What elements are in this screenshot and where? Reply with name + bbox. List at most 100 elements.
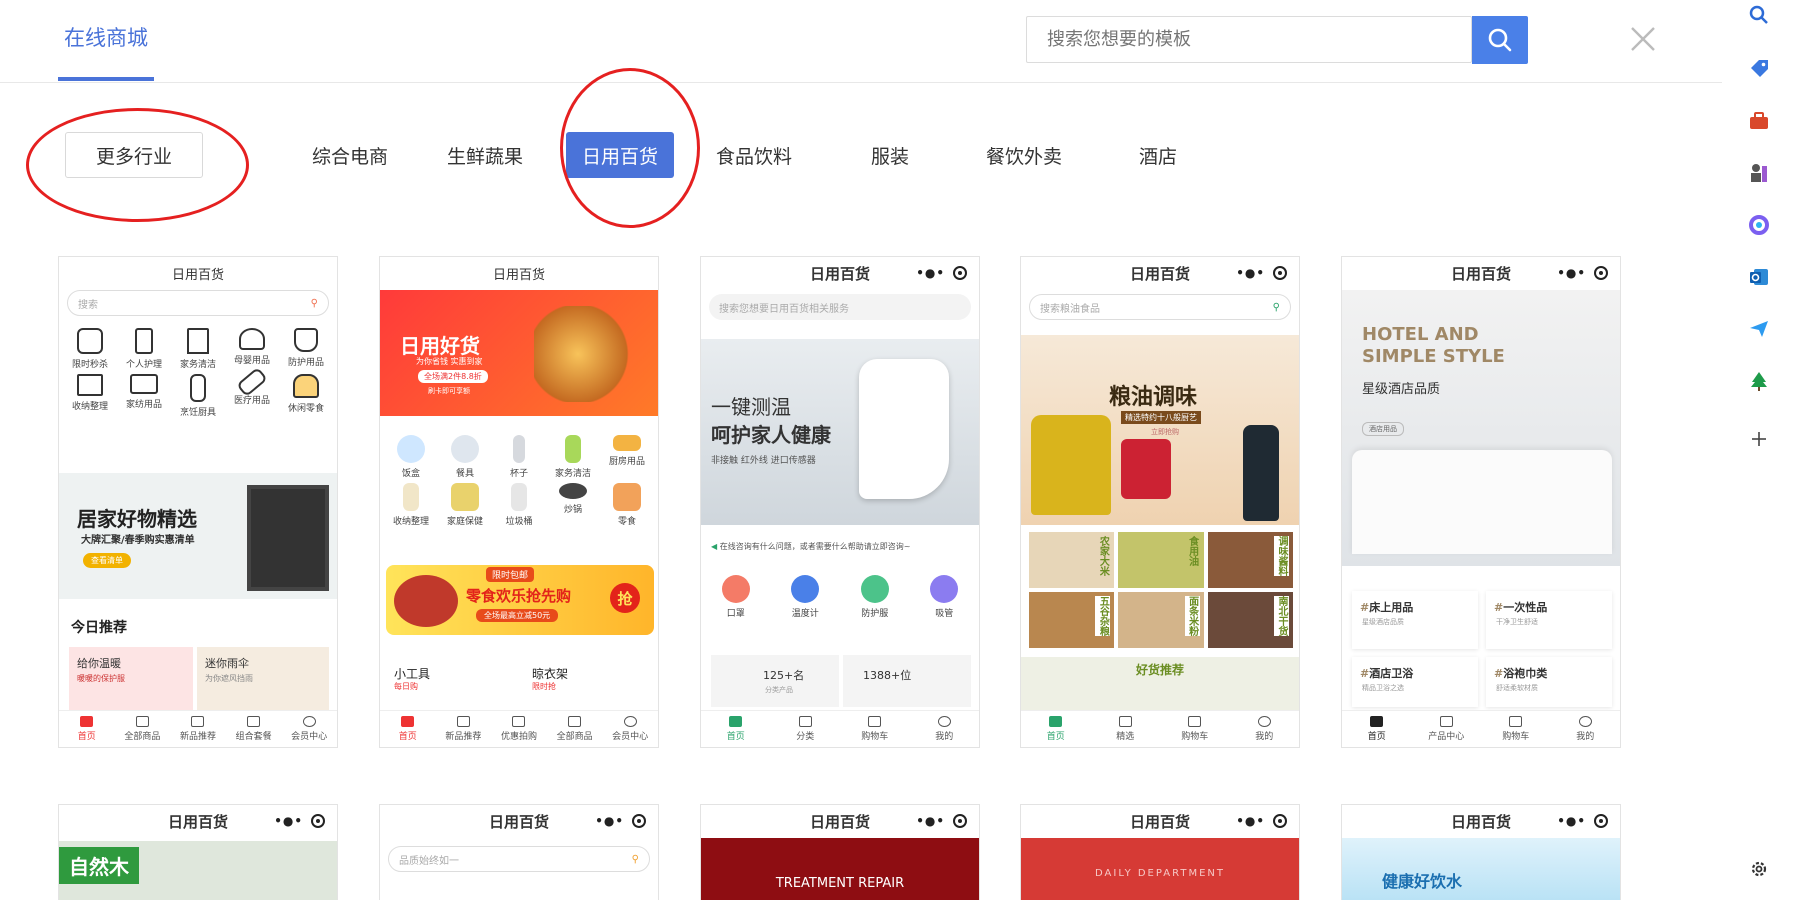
bed-image (1352, 450, 1612, 554)
straw-icon (930, 575, 959, 603)
utensils-icon (190, 374, 206, 402)
home-icon (1049, 716, 1063, 727)
card-banner: 一键测温 呵护家人健康 非接触 红外线 进口传感器 (701, 339, 979, 525)
speaker-icon: ◀ (711, 542, 720, 551)
record-icon (1273, 266, 1287, 280)
grid-icon (247, 716, 261, 727)
bed-icon (130, 374, 158, 394)
toolbox-icon[interactable] (1748, 110, 1770, 132)
more-icon: •●• (1236, 814, 1265, 828)
card-bottom-nav: 首页 全部商品 新品推荐 组合套餐 会员中心 (59, 710, 337, 747)
soy-bottle-image (1243, 425, 1279, 521)
template-card[interactable]: 日用百货 •●• 搜索您想要日用百货相关服务 一键测温 呵护家人健康 非接触 红外… (700, 256, 980, 748)
record-icon (632, 814, 646, 828)
card-banner: 日用好货 为你省钱 实惠到家 全场满2件8.8折 刷卡即可享额 (380, 290, 658, 416)
more-icon: •●• (1236, 266, 1265, 280)
grid-icon (191, 716, 205, 727)
stat-tile: 125+名 分类产品 (711, 655, 839, 707)
card-bottom-nav: 首页 新品推荐 优惠拍购 全部商品 会员中心 (380, 710, 658, 747)
top-bar: 在线商城 (0, 0, 1722, 83)
capsule-menu: •●• (1236, 266, 1287, 280)
card-banner: 健康好饮水 (1342, 838, 1620, 900)
product-tile: 农家大米 (1029, 532, 1115, 588)
search-input[interactable] (1027, 17, 1471, 62)
storage-icon (403, 483, 419, 511)
tag-icon[interactable] (1748, 58, 1770, 80)
card-title: 日用百货 (809, 265, 870, 283)
search-icon: ⚲ (310, 297, 318, 309)
card-title: 日用百货 (167, 813, 228, 831)
card-title: 日用百货 (488, 813, 549, 831)
send-icon[interactable] (1748, 318, 1770, 340)
category-fresh-produce[interactable]: 生鲜蔬果 (435, 132, 535, 178)
close-button[interactable] (1628, 24, 1658, 54)
grid-icon (456, 716, 470, 727)
template-card[interactable]: 日用百货 搜索 ⚲ 限时秒杀 个人护理 家务清洁 母婴用品 防护用品 收纳整理 家… (58, 256, 338, 748)
wok-icon (559, 483, 587, 499)
card-search-bar: 搜索 ⚲ (67, 290, 329, 316)
add-icon[interactable] (1748, 428, 1770, 450)
record-icon (1594, 266, 1608, 280)
stroller-icon (239, 328, 265, 350)
search-icon (1488, 28, 1512, 52)
outlook-icon[interactable] (1748, 266, 1770, 288)
category-ecommerce[interactable]: 综合电商 (300, 132, 400, 178)
card-title: 日用百货 (492, 268, 545, 283)
product-tile: 面条米粉 (1118, 592, 1204, 648)
template-card[interactable]: 日用百货 •●• 品质始终如一 ⚲ (379, 804, 659, 900)
category-hotel[interactable]: 酒店 (1108, 132, 1208, 178)
category-catering[interactable]: 餐饮外卖 (974, 132, 1074, 178)
grid-item: 医疗用品 (225, 366, 279, 418)
gift-icon (512, 716, 526, 727)
grid-item: 收纳整理 (63, 374, 117, 418)
banner-title: 日用好货 (400, 334, 480, 358)
tree-icon[interactable] (1748, 370, 1770, 392)
search-field[interactable] (1026, 16, 1472, 63)
product-tile: 南北干货 (1207, 592, 1293, 648)
card-title: 日用百货 (1450, 813, 1511, 831)
category-tile: #一次性品 干净卫生舒适 (1486, 591, 1612, 649)
template-card[interactable]: 日用百货 •●• TREATMENT REPAIR (700, 804, 980, 900)
broom-icon (187, 328, 209, 354)
snack-icon (613, 483, 641, 511)
lunchbox-icon (397, 435, 425, 463)
cart-icon (868, 716, 882, 727)
record-icon (953, 814, 967, 828)
promo-tile: 迷你雨伞 为你遮风挡雨 (197, 647, 329, 711)
category-clothing[interactable]: 服装 (840, 132, 940, 178)
nav-item: 首页 (59, 711, 115, 747)
card-search-bar: 品质始终如一 ⚲ (388, 846, 650, 872)
settings-icon[interactable] (1748, 858, 1770, 880)
kitchen-icon (613, 435, 641, 451)
template-card[interactable]: 日用百货 •●• HOTEL AND SIMPLE STYLE 星级酒店品质 酒店… (1341, 256, 1621, 748)
promo-tile: 给你温暖 暖暖的保护服 (69, 647, 193, 711)
grid-item: 个人护理 (117, 328, 171, 370)
grid-icon (798, 716, 812, 727)
card-banner: 自然木 (59, 841, 337, 900)
chess-icon[interactable] (1748, 162, 1770, 184)
category-food-drinks[interactable]: 食品饮料 (704, 132, 804, 178)
more-icon: •●• (595, 814, 624, 828)
more-icon: •●• (1557, 814, 1586, 828)
protective-suit-icon (860, 575, 889, 603)
template-card[interactable]: 日用百货 •●• DAILY DEPARTMENT (1020, 804, 1300, 900)
bottle-icon (135, 328, 153, 354)
user-icon (302, 716, 316, 727)
user-icon (1257, 716, 1271, 727)
search-icon[interactable] (1748, 4, 1770, 26)
search-button[interactable] (1472, 16, 1528, 64)
notice-bar: ◀ 在线咨询有什么问题，或者需要什么帮助请立即咨询~ (711, 542, 911, 551)
sauce-jar-image (1121, 439, 1171, 499)
card-search-bar: 搜索粮油食品 ⚲ (1029, 294, 1291, 320)
template-card[interactable]: 日用百货 日用好货 为你省钱 实惠到家 全场满2件8.8折 刷卡即可享额 饭盒 … (379, 256, 659, 748)
cart-icon (1188, 716, 1202, 727)
template-card[interactable]: 日用百货 •●• 自然木 (58, 804, 338, 900)
card-banner: 居家好物精选 大牌汇聚/春季购实惠清单 查看清单 (59, 473, 337, 599)
grid-item: 休闲零食 (279, 374, 333, 418)
user-icon (623, 716, 637, 727)
tab-online-mall[interactable]: 在线商城 (64, 22, 148, 52)
template-card[interactable]: 日用百货 •●• 搜索粮油食品 ⚲ 粮油调味 精选特约十八般厨艺 立即抢购 农家大米… (1020, 256, 1300, 748)
template-card[interactable]: 日用百货 •●• 健康好饮水 (1341, 804, 1621, 900)
copilot-icon[interactable] (1748, 214, 1770, 236)
grid-item: 母婴用品 (225, 328, 279, 370)
